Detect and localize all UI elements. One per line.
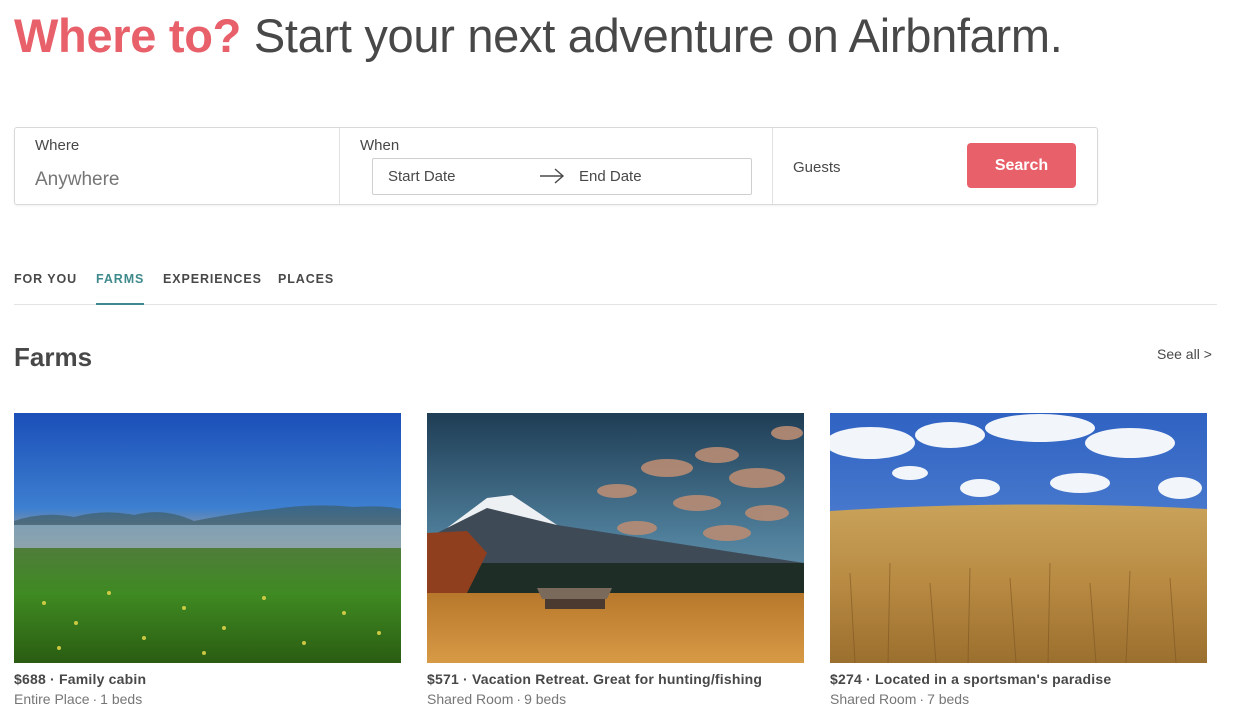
listing-details: Entire Place · 1 beds [14, 691, 143, 707]
listing-title: $571 · Vacation Retreat. Great for hunti… [427, 671, 763, 687]
when-label: When [360, 137, 400, 154]
date-range-picker[interactable]: Start Date End Date [372, 158, 752, 195]
bed-count: 7 beds [927, 691, 970, 707]
bed-count: 1 beds [100, 691, 143, 707]
listing-photo [427, 413, 804, 663]
listing-price: $688 [14, 671, 46, 687]
tab-places[interactable]: PLACES [278, 272, 334, 303]
category-tabs: FOR YOU FARMS EXPERIENCES PLACES [14, 270, 1217, 305]
when-section: When Start Date End Date [340, 128, 773, 204]
listing-details: Shared Room · 7 beds [830, 691, 970, 707]
where-section: Where [15, 128, 340, 204]
hero-accent: Where to? [14, 9, 242, 62]
listing-photo [14, 413, 401, 663]
listing-photo [830, 413, 1207, 663]
hero-tagline: Start your next adventure on Airbnfarm. [253, 9, 1063, 62]
guests-section: Guests Search [773, 128, 1097, 204]
tab-for-you[interactable]: FOR YOU [14, 272, 77, 303]
where-label: Where [35, 137, 80, 154]
search-bar: Where When Start Date End Date Guests Se… [14, 127, 1098, 205]
see-all-link[interactable]: See all > [1157, 346, 1212, 362]
room-type: Shared Room [830, 691, 917, 707]
listing-name: Located in a sportsman's paradise [875, 671, 1112, 687]
listing-card[interactable]: $571 · Vacation Retreat. Great for hunti… [427, 413, 804, 707]
listing-details: Shared Room · 9 beds [427, 691, 567, 707]
tab-farms[interactable]: FARMS [96, 272, 145, 305]
listing-price: $571 [427, 671, 459, 687]
room-type: Entire Place [14, 691, 90, 707]
room-type: Shared Room [427, 691, 514, 707]
listing-title: $688 · Family cabin [14, 671, 147, 687]
listing-card[interactable]: $274 · Located in a sportsman's paradise… [830, 413, 1207, 707]
end-date-field[interactable]: End Date [579, 168, 642, 185]
bed-count: 9 beds [524, 691, 567, 707]
where-input[interactable] [35, 167, 315, 193]
listing-card[interactable]: $688 · Family cabin Entire Place · 1 beds [14, 413, 401, 707]
hero-heading: Where to? Start your next adventure on A… [14, 8, 1063, 64]
listing-name: Family cabin [59, 671, 147, 687]
tab-experiences[interactable]: EXPERIENCES [163, 272, 262, 303]
listing-price: $274 [830, 671, 862, 687]
guests-selector[interactable]: Guests [793, 159, 841, 176]
search-button[interactable]: Search [967, 143, 1076, 188]
listing-name: Vacation Retreat. Great for hunting/fish… [472, 671, 763, 687]
listing-title: $274 · Located in a sportsman's paradise [830, 671, 1112, 687]
start-date-field[interactable]: Start Date [388, 168, 456, 185]
arrow-right-icon [540, 168, 565, 184]
section-title: Farms [14, 342, 93, 372]
